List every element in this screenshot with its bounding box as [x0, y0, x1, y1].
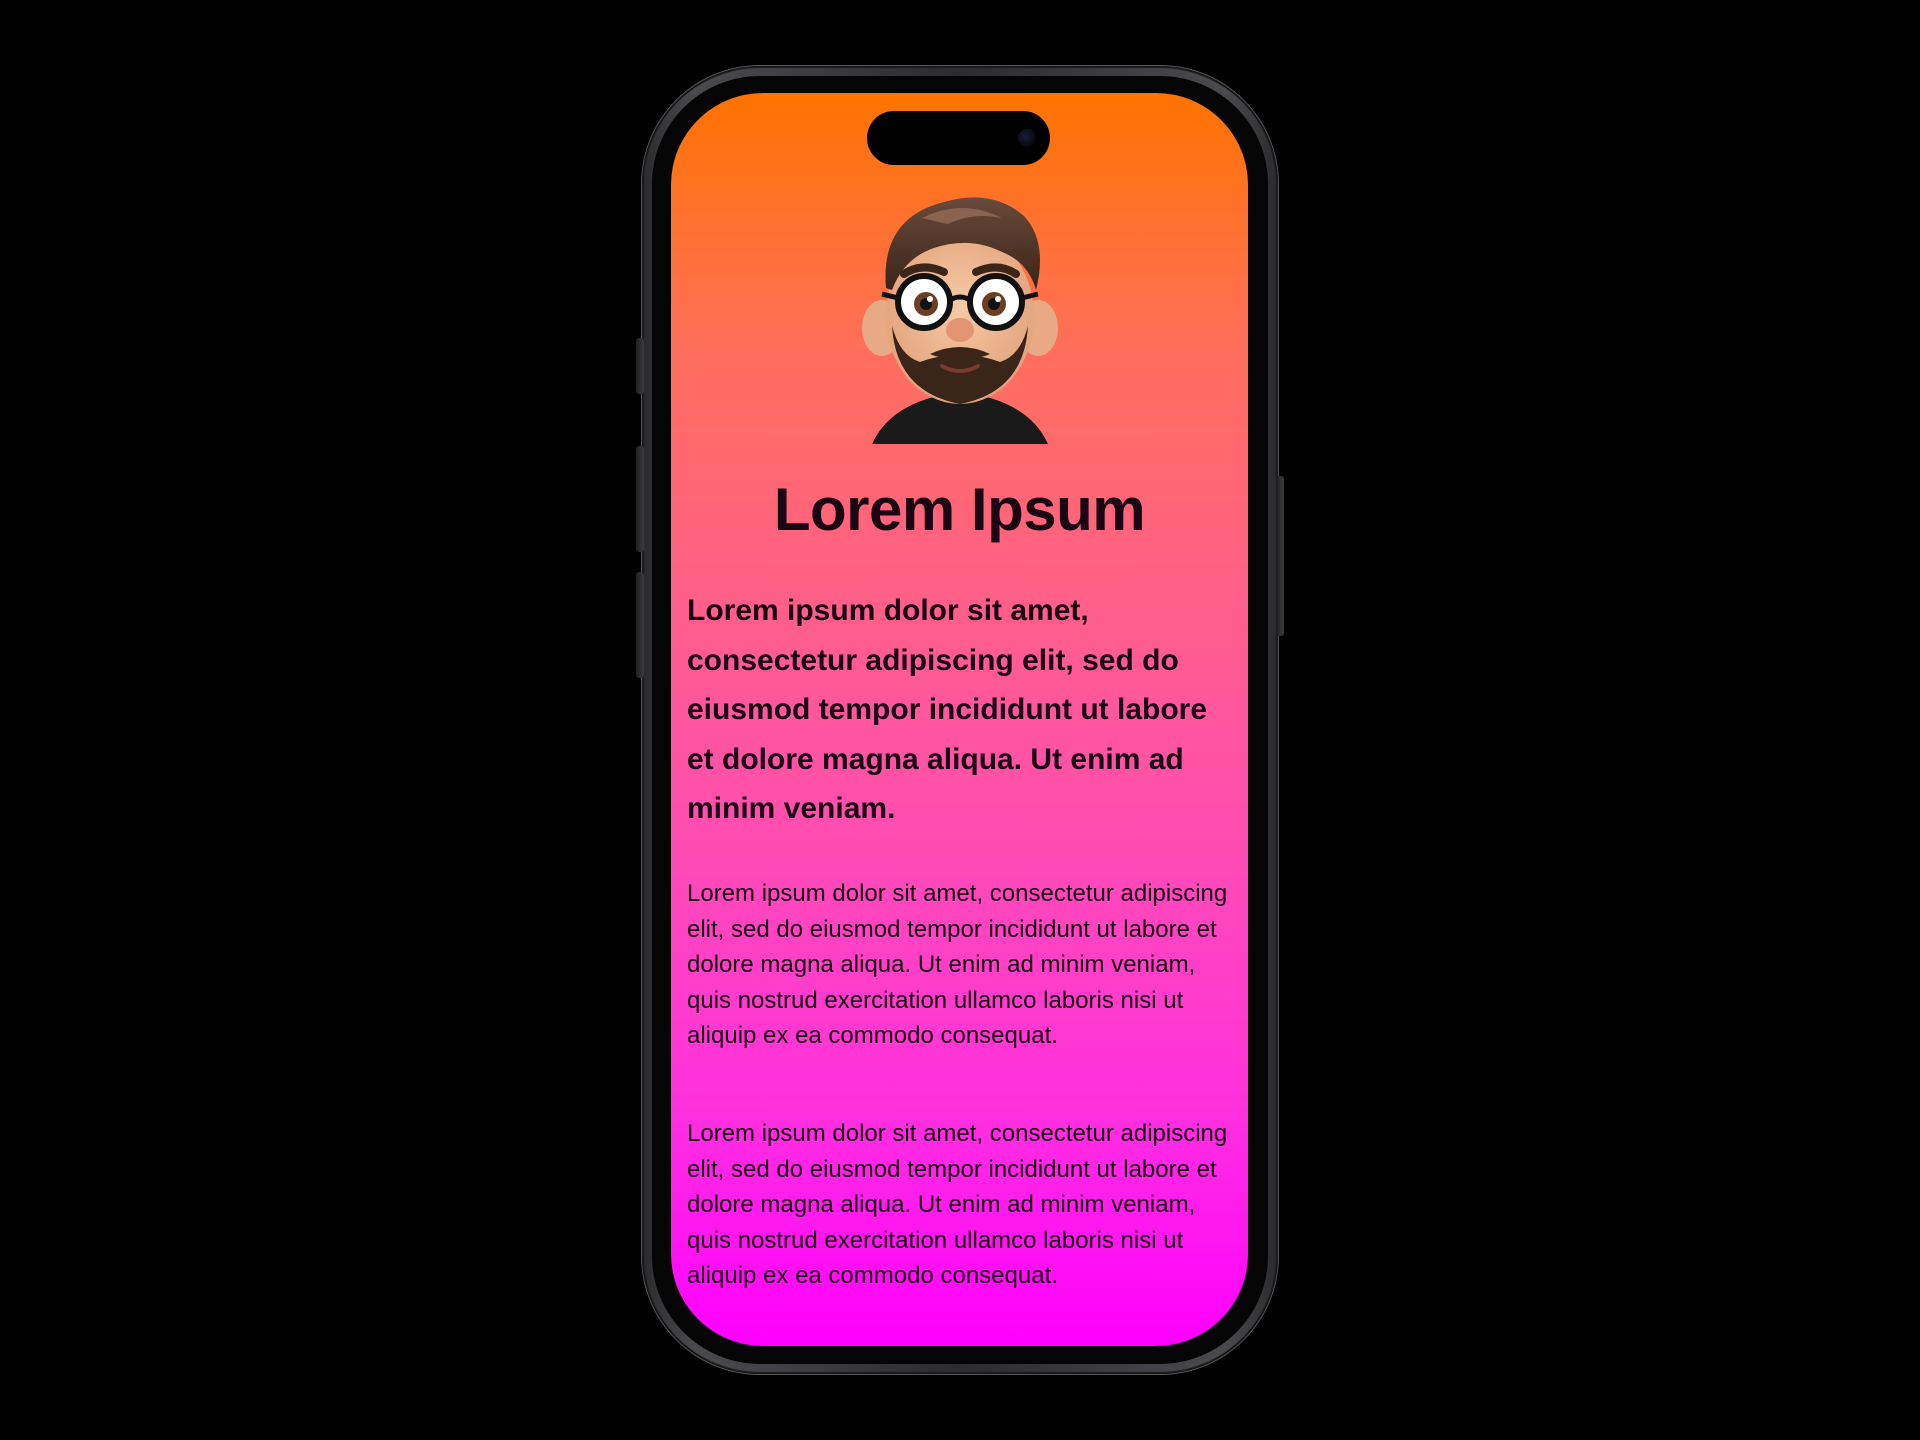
avatar [852, 178, 1068, 444]
action-button [636, 338, 644, 394]
volume-down-button [636, 572, 644, 678]
dynamic-island [867, 111, 1050, 165]
front-camera-icon [1018, 129, 1036, 147]
memoji-avatar-icon [862, 197, 1058, 444]
volume-up-button [636, 446, 644, 552]
body-paragraph-1: Lorem ipsum dolor sit amet, consectetur … [687, 880, 1228, 1049]
body-paragraph-2: Lorem ipsum dolor sit amet, consectetur … [687, 1120, 1228, 1289]
page-title: Lorem Ipsum [773, 476, 1146, 543]
lead-paragraph: Lorem ipsum dolor sit amet, consectetur … [687, 594, 1208, 825]
stage: Lorem Ipsum Lorem ipsum dolor sit amet, … [0, 0, 1920, 1440]
power-button [1276, 476, 1284, 636]
